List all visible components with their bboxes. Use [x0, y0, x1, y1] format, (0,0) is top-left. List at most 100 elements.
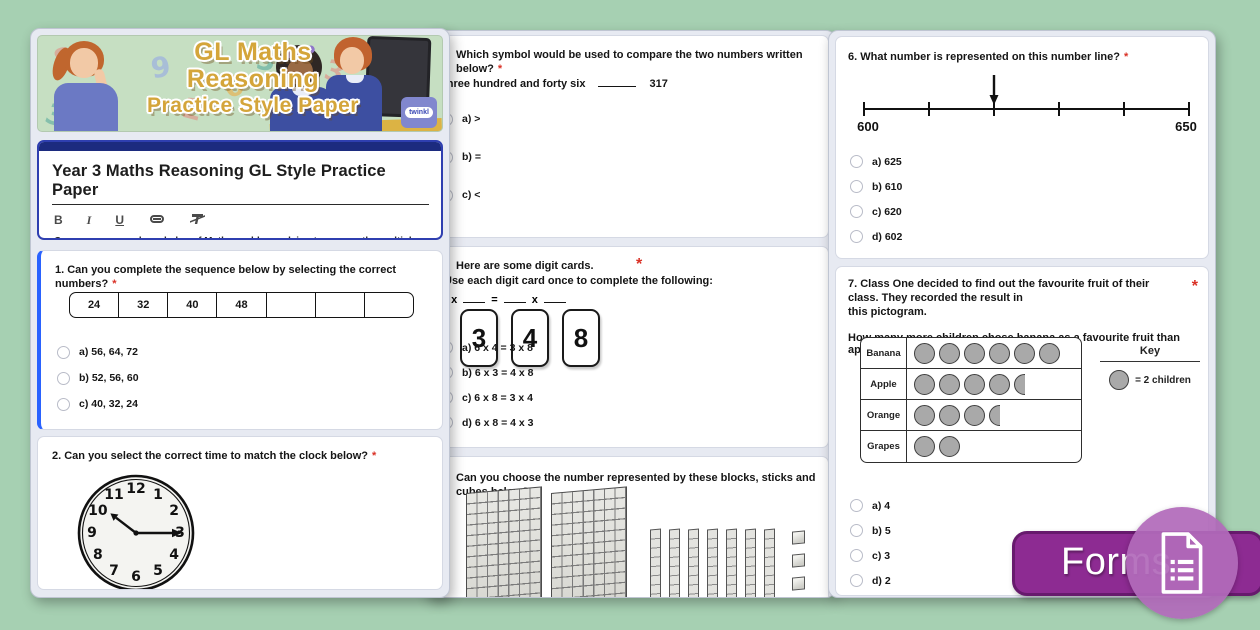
answer-option[interactable]: d) 2: [850, 568, 891, 593]
ten-stick: [707, 529, 718, 598]
clock-number: 1: [153, 487, 163, 503]
pictogram-circle: [1014, 343, 1035, 364]
banner-image: 863925638962 GL Maths Reasoning Practice…: [37, 35, 443, 132]
question-7-text-continued: this pictogram.: [848, 306, 1208, 318]
radio-button[interactable]: [57, 346, 70, 359]
clock-number: 7: [109, 563, 119, 579]
answer-blank: [598, 76, 636, 87]
form-title[interactable]: Year 3 Maths Reasoning GL Style Practice…: [52, 162, 429, 200]
option-label: b) 5: [872, 525, 891, 537]
answer-option[interactable]: c) 3: [850, 543, 891, 568]
answer-option[interactable]: b) 5: [850, 518, 891, 543]
radio-button[interactable]: [57, 372, 70, 385]
unit-cube: [792, 553, 805, 567]
radio-button[interactable]: [57, 398, 70, 411]
radio-button[interactable]: [850, 155, 863, 168]
answer-option[interactable]: c) 6 x 8 = 3 x 4: [440, 385, 534, 410]
answer-option[interactable]: d) 602: [850, 224, 902, 249]
option-label: d) 6 x 8 = 4 x 3: [462, 417, 534, 429]
pictogram-half-circle: [989, 405, 1000, 426]
pictogram-circle: [964, 374, 985, 395]
option-label: a) >: [462, 113, 480, 125]
form-description[interactable]: Can you use your knowledge of Maths prob…: [54, 236, 427, 240]
key-circle-icon: [1109, 370, 1129, 390]
form-screenshot-panel-2: Which symbol would be used to compare th…: [424, 30, 836, 598]
clock-number: 10: [88, 503, 107, 519]
clock-number: 4: [169, 547, 179, 563]
clock-number: 11: [104, 487, 123, 503]
base-ten-blocks-image: [466, 493, 822, 598]
svg-text:650: 650: [1175, 119, 1197, 134]
question-3-stem: Three hundred and forty six317: [440, 76, 668, 90]
screenshot-stage: 863925638962 GL Maths Reasoning Practice…: [0, 0, 1260, 630]
radio-button[interactable]: [850, 205, 863, 218]
answer-option[interactable]: d) 6 x 8 = 4 x 3: [440, 410, 534, 435]
pictogram-circle: [939, 343, 960, 364]
question-4-equation: 6 x=x: [442, 292, 572, 306]
pictogram-row: Orange: [861, 400, 1081, 431]
question-6-options: a) 625 b) 610 c) 620 d) 602: [850, 149, 902, 249]
pictogram-circle: [939, 436, 960, 457]
pictogram-table: BananaAppleOrangeGrapes: [860, 337, 1082, 463]
banner-title-line2: Reasoning: [122, 66, 384, 93]
answer-option[interactable]: c) 620: [850, 199, 902, 224]
bold-button[interactable]: B: [54, 214, 63, 226]
sequence-cell: 32: [119, 293, 168, 317]
form-title-card[interactable]: Year 3 Maths Reasoning GL Style Practice…: [37, 140, 443, 240]
option-label: a) 625: [872, 156, 902, 168]
radio-button[interactable]: [850, 549, 863, 562]
question-4-card: Here are some digit cards. * Use each di…: [431, 246, 829, 448]
question-7-options: a) 4 b) 5 c) 3d) 2: [850, 493, 891, 593]
radio-button[interactable]: [850, 180, 863, 193]
text-format-toolbar: B I U: [54, 213, 441, 227]
sequence-cell: 48: [217, 293, 266, 317]
number-line-image: 600 650: [854, 71, 1206, 137]
answer-option[interactable]: b) 610: [850, 174, 902, 199]
underline-button[interactable]: U: [115, 214, 124, 226]
pictogram-circle: [989, 374, 1010, 395]
unit-cube: [792, 576, 805, 590]
ten-stick: [650, 529, 661, 598]
option-label: c) 620: [872, 206, 902, 218]
radio-button[interactable]: [850, 230, 863, 243]
answer-option[interactable]: b) 52, 56, 60: [57, 365, 139, 391]
ten-stick: [726, 529, 737, 598]
answer-option[interactable]: a) 4: [850, 493, 891, 518]
required-asterisk: *: [112, 278, 116, 290]
answer-blank: [504, 292, 526, 303]
question-1-text: 1. Can you complete the sequence below b…: [41, 251, 442, 291]
radio-button[interactable]: [850, 499, 863, 512]
pictogram-row: Grapes: [861, 431, 1081, 462]
pictogram-row-label: Banana: [861, 338, 907, 368]
italic-button[interactable]: I: [87, 214, 92, 226]
answer-blank: [463, 292, 485, 303]
option-label: a) 6 x 4 = 3 x 8: [462, 342, 533, 354]
question-7-text: 7. Class One decided to find out the fav…: [836, 267, 1208, 305]
answer-option[interactable]: b) 6 x 3 = 4 x 8: [440, 360, 534, 385]
insert-link-icon[interactable]: [148, 213, 166, 227]
clear-formatting-icon[interactable]: [190, 212, 205, 228]
answer-option[interactable]: a) 6 x 4 = 3 x 8: [440, 335, 534, 360]
pictogram-circle: [964, 405, 985, 426]
question-1-card: 1. Can you complete the sequence below b…: [37, 250, 443, 430]
radio-button[interactable]: [850, 524, 863, 537]
twinkl-logo: twinkl: [401, 97, 437, 128]
required-asterisk: *: [636, 256, 642, 274]
google-forms-icon: [1126, 507, 1238, 619]
banner-title-line3: Practice Style Paper: [122, 93, 384, 119]
key-value: = 2 children: [1135, 375, 1191, 386]
question-3-text: Which symbol would be used to compare th…: [432, 36, 828, 76]
required-asterisk: *: [372, 450, 376, 462]
question-2-card: 2. Can you select the correct time to ma…: [37, 436, 443, 590]
clock-number: 8: [93, 547, 103, 563]
form-screenshot-panel-1: 863925638962 GL Maths Reasoning Practice…: [30, 28, 450, 598]
option-label: b) 52, 56, 60: [79, 372, 139, 384]
pictogram-key: Key = 2 children: [1100, 345, 1200, 390]
sequence-table: 24324048: [69, 292, 414, 318]
answer-option[interactable]: a) 56, 64, 72: [57, 339, 139, 365]
answer-option[interactable]: a) 625: [850, 149, 902, 174]
pictogram-circle: [914, 343, 935, 364]
radio-button[interactable]: [850, 574, 863, 587]
answer-option[interactable]: c) 40, 32, 24: [57, 391, 139, 417]
key-title: Key: [1100, 345, 1200, 362]
